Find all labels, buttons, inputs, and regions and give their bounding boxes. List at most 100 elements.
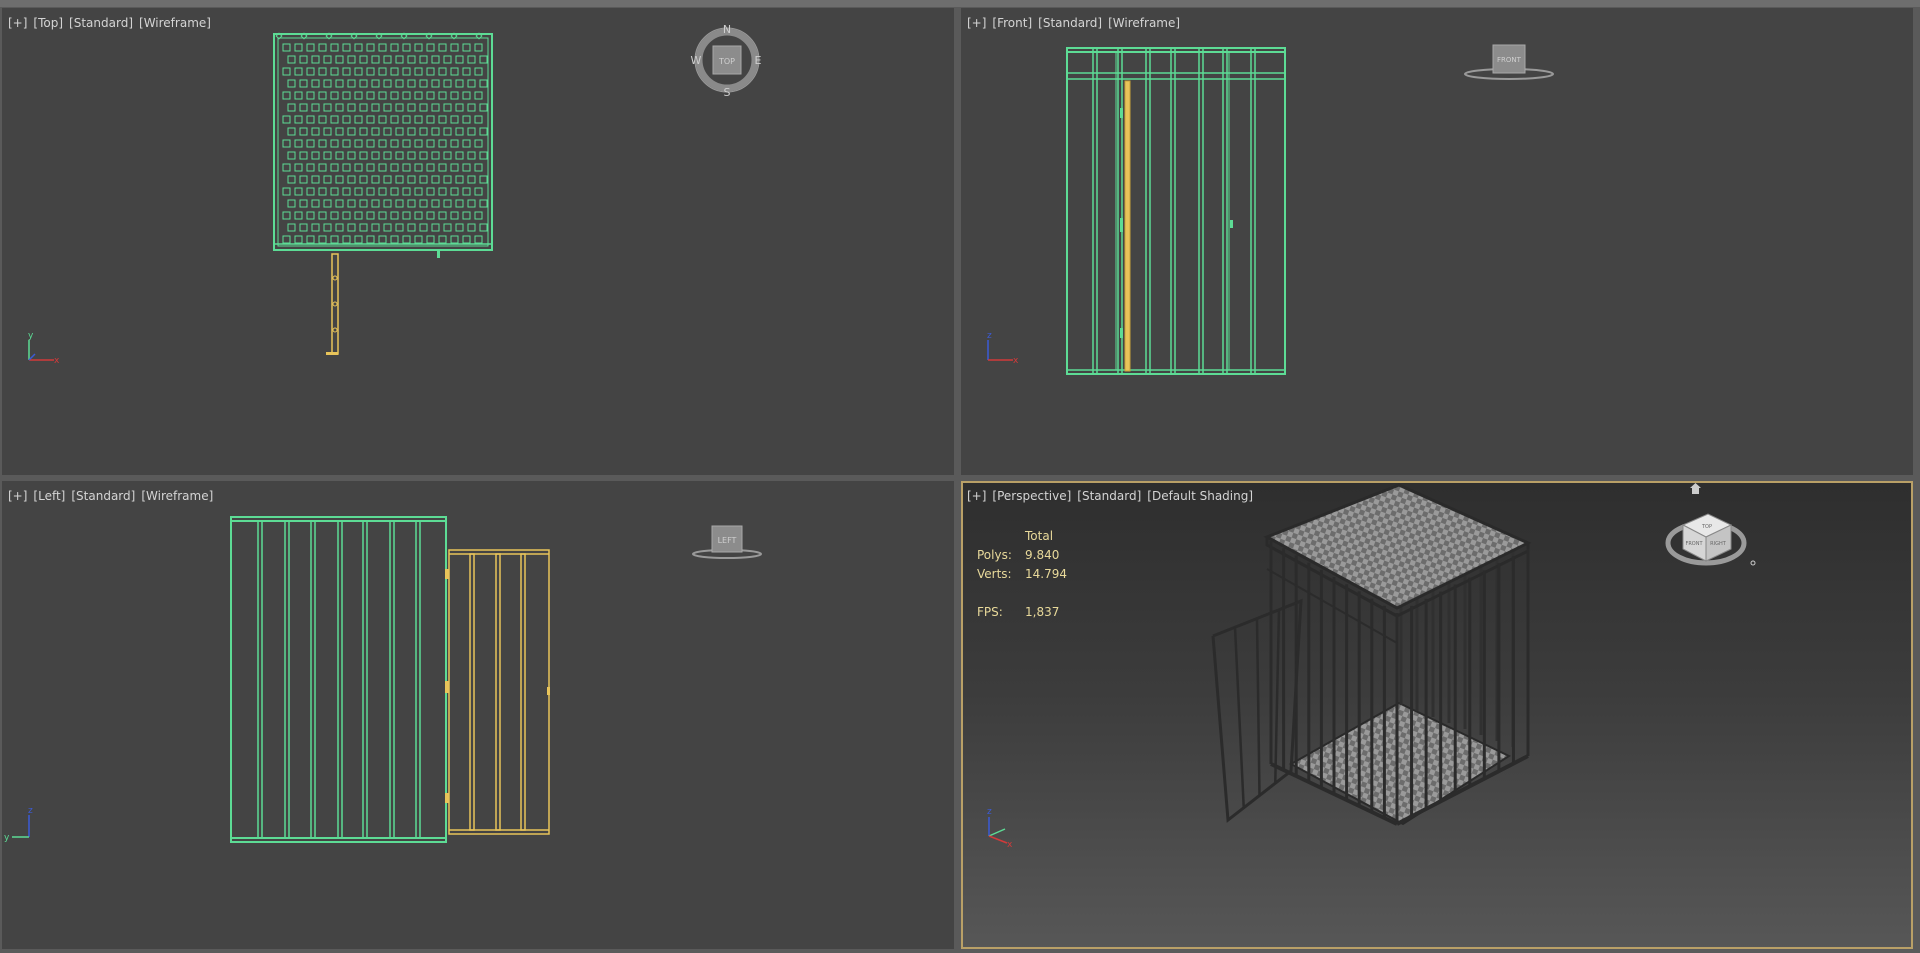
- grid-cell: [306, 91, 315, 100]
- grid-cell: [330, 43, 339, 52]
- grid-cell: [467, 223, 476, 232]
- side-bar: [284, 520, 290, 839]
- grid-cell: [366, 187, 375, 196]
- grid-cell: [390, 91, 399, 100]
- grid-cell: [443, 175, 452, 184]
- grid-cell: [294, 115, 303, 124]
- grid-cell: [323, 127, 332, 136]
- grid-cell: [282, 139, 291, 148]
- grid-cell: [450, 163, 459, 172]
- grid-cell: [311, 175, 320, 184]
- grid-cell: [342, 211, 351, 220]
- grid-cell: [342, 187, 351, 196]
- compass-s[interactable]: S: [724, 86, 731, 99]
- compass-w[interactable]: W: [691, 54, 702, 67]
- grid-cell: [390, 187, 399, 196]
- grid-cell: [335, 79, 344, 88]
- grid-cell: [419, 175, 428, 184]
- front-bars: [1092, 47, 1256, 375]
- grid-cell: [479, 103, 488, 112]
- grid-cell: [366, 115, 375, 124]
- grid-cell: [395, 199, 404, 208]
- viewcube-front[interactable]: FRONT: [1464, 44, 1554, 80]
- grid-cell: [479, 79, 488, 88]
- grid-cell: [311, 223, 320, 232]
- grid-cell: [467, 151, 476, 160]
- grid-cell: [342, 163, 351, 172]
- grid-cell: [294, 91, 303, 100]
- grid-cell: [347, 199, 356, 208]
- grid-cell: [287, 79, 296, 88]
- grid-cell: [450, 235, 459, 244]
- grid-cell: [366, 235, 375, 244]
- door-bar: [469, 553, 475, 831]
- compass-n[interactable]: N: [723, 23, 731, 36]
- grid-cell: [462, 235, 471, 244]
- grid-cell: [311, 103, 320, 112]
- grid-cell: [378, 67, 387, 76]
- grid-cell: [354, 43, 363, 52]
- svg-text:z: z: [987, 331, 992, 341]
- grid-cell: [330, 211, 339, 220]
- grid-cell: [479, 199, 488, 208]
- grid-cell: [306, 67, 315, 76]
- grid-cell: [366, 163, 375, 172]
- grid-cell: [287, 199, 296, 208]
- grid-cell: [402, 139, 411, 148]
- grid-cell: [419, 55, 428, 64]
- grid-cell: [402, 43, 411, 52]
- door-bar: [520, 553, 526, 831]
- door-hinge: [332, 275, 338, 281]
- viewport-front[interactable]: [+] [Front] [Standard] [Wireframe] FRONT z …: [961, 8, 1913, 475]
- grid-cell: [371, 151, 380, 160]
- grid-cell: [414, 115, 423, 124]
- grid-cell: [306, 139, 315, 148]
- home-icon[interactable]: [1690, 483, 1701, 494]
- latch-marker: [547, 687, 550, 695]
- grid-cell: [330, 115, 339, 124]
- grid-cell: [414, 211, 423, 220]
- viewcube-left[interactable]: LEFT: [692, 525, 762, 559]
- grid-cell: [359, 223, 368, 232]
- grid-cell: [395, 79, 404, 88]
- grid-cell: [294, 67, 303, 76]
- viewcube-face-label[interactable]: TOP: [718, 57, 735, 66]
- grid-cell: [414, 67, 423, 76]
- grid-cell: [287, 103, 296, 112]
- grid-cell: [371, 223, 380, 232]
- viewcube-top[interactable]: TOP N S E W: [691, 23, 762, 99]
- door-bar: [1274, 609, 1281, 784]
- grid-cell: [402, 67, 411, 76]
- viewport-perspective[interactable]: [+] [Perspective] [Standard] [Default Shadi…: [961, 481, 1913, 949]
- grid-cell: [318, 115, 327, 124]
- viewcube-face-label[interactable]: LEFT: [718, 536, 737, 545]
- grid-cell: [438, 163, 447, 172]
- grid-cell: [462, 115, 471, 124]
- latch-stub: [437, 250, 440, 258]
- viewport-top[interactable]: [+] [Top] [Standard] [Wireframe] TOP N S E …: [2, 8, 954, 475]
- grid-cell: [383, 127, 392, 136]
- hinge-marker: [445, 569, 449, 579]
- grid-cell: [330, 187, 339, 196]
- compass-e[interactable]: E: [755, 54, 762, 67]
- front-bar: [1250, 47, 1256, 375]
- grid-cell: [318, 43, 327, 52]
- viewcube-perspective[interactable]: TOP FRONT RIGHT: [1665, 513, 1756, 566]
- grid-cell: [474, 211, 483, 220]
- grid-cell: [359, 55, 368, 64]
- grid-cell: [426, 187, 435, 196]
- grid-cell: [474, 43, 483, 52]
- grid-cell: [294, 211, 303, 220]
- grid-cell: [467, 55, 476, 64]
- viewport-left[interactable]: [+] [Left] [Standard] [Wireframe] LEFT z y: [2, 481, 954, 949]
- grid-cell: [395, 223, 404, 232]
- viewcube-face-label[interactable]: FRONT: [1497, 56, 1522, 64]
- top-wireframe: TOP N S E W y x: [28, 23, 762, 366]
- open-door: [1211, 598, 1303, 823]
- grid-cell: [311, 199, 320, 208]
- grid-cell: [342, 67, 351, 76]
- grid-cell: [354, 91, 363, 100]
- svg-text:x: x: [54, 356, 60, 366]
- grid-cell: [335, 199, 344, 208]
- door-bar: [1255, 618, 1261, 796]
